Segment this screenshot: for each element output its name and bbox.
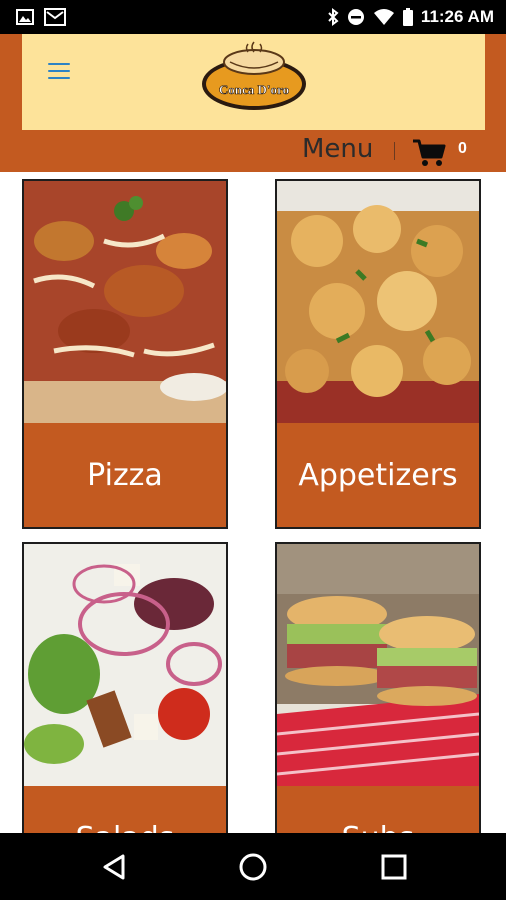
app-header: Conca D'oro Menu 0 [0, 34, 506, 172]
menu-label[interactable]: Menu [302, 134, 373, 164]
home-icon[interactable] [237, 851, 269, 883]
menu-separator [394, 142, 395, 160]
category-card-pizza[interactable]: Pizza [22, 179, 228, 529]
navigation-bar [0, 833, 506, 900]
appetizers-image [277, 181, 479, 423]
do-not-disturb-icon [347, 9, 364, 25]
salads-image [24, 544, 226, 786]
menu-row: Menu 0 [0, 130, 506, 172]
subs-image [277, 544, 479, 786]
battery-icon [402, 8, 413, 26]
status-left-icons [0, 8, 66, 26]
status-bar: 11:26 AM [0, 0, 506, 34]
category-label: Subs [277, 786, 479, 833]
image-icon [16, 9, 34, 25]
category-label: Appetizers [277, 423, 479, 527]
category-card-subs[interactable]: Subs [275, 542, 481, 833]
logo-text: Conca D'oro [219, 82, 289, 97]
hamburger-menu-icon[interactable] [48, 63, 70, 79]
status-time: 11:26 AM [420, 7, 494, 26]
recents-icon[interactable] [378, 851, 410, 883]
category-grid: Pizza Appetizers [0, 172, 506, 833]
mail-icon [44, 8, 66, 26]
category-card-salads[interactable]: Salads [22, 542, 228, 833]
back-icon[interactable] [99, 851, 131, 883]
cart-count: 0 [458, 140, 467, 157]
wifi-icon [373, 9, 394, 25]
status-right-icons: 11:26 AM [327, 7, 506, 27]
category-label: Salads [24, 786, 226, 833]
cart-icon[interactable] [412, 138, 446, 168]
category-label: Pizza [24, 423, 226, 527]
pizza-image [24, 181, 226, 423]
logo[interactable]: Conca D'oro [200, 40, 308, 112]
category-card-appetizers[interactable]: Appetizers [275, 179, 481, 529]
logo-panel: Conca D'oro [22, 34, 485, 130]
bluetooth-icon [328, 8, 339, 26]
